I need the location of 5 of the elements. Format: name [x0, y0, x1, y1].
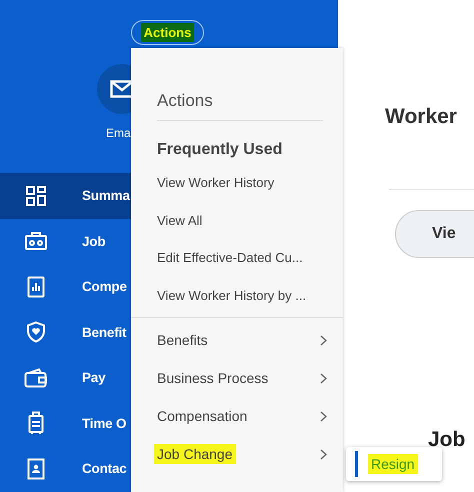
- email-label: Ema: [106, 126, 131, 140]
- section-title: Frequently Used: [157, 141, 284, 159]
- menu-title: Actions: [157, 91, 214, 111]
- job-heading: Job: [428, 428, 466, 452]
- worker-heading: Worker: [385, 105, 458, 129]
